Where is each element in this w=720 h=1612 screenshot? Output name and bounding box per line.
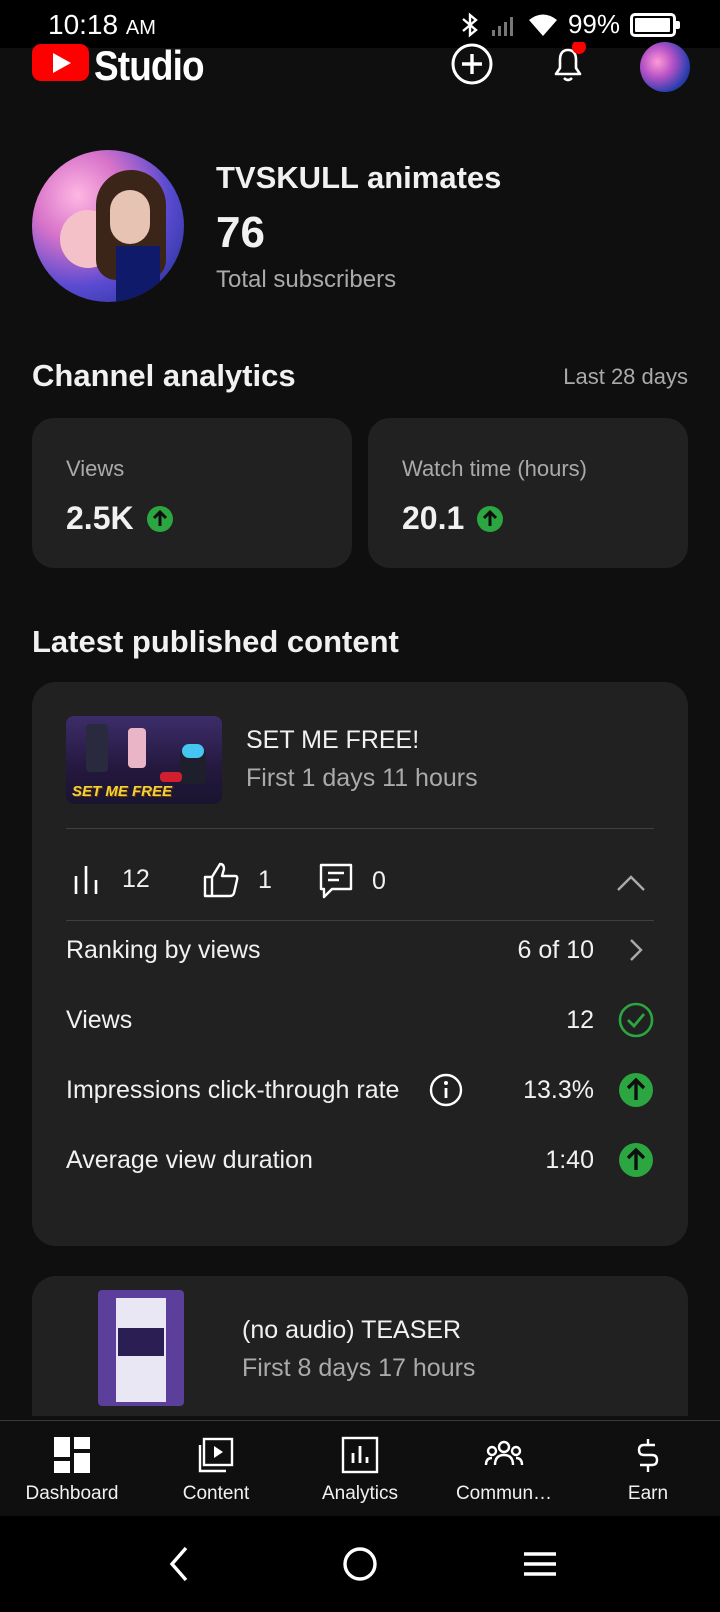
video-thumbnail-2[interactable] — [98, 1290, 184, 1406]
avg-duration-row: Average view duration 1:40 — [66, 1142, 654, 1182]
nav-dashboard[interactable]: Dashboard — [0, 1435, 144, 1505]
bluetooth-icon — [462, 11, 478, 38]
nav-earn[interactable]: Earn — [576, 1435, 720, 1505]
ranking-label: Ranking by views — [66, 936, 261, 964]
account-avatar[interactable] — [640, 42, 690, 92]
status-bar: 10:18 AM 99% — [0, 0, 720, 48]
latest-video-card: SET ME FREE SET ME FREE! First 1 days 11… — [32, 682, 688, 1246]
signal-icon — [491, 16, 513, 36]
battery-percent: 99% — [567, 9, 620, 39]
arrow-up-circle-icon — [477, 505, 504, 532]
nav-content[interactable]: Content — [144, 1435, 288, 1505]
watch-time-card[interactable]: Watch time (hours) 20.1 — [368, 418, 688, 568]
ctr-label: Impressions click-through rate — [66, 1076, 400, 1104]
video-title[interactable]: SET ME FREE! — [246, 726, 419, 755]
comments-metric: 0 — [318, 862, 386, 900]
latest-content-title: Latest published content — [32, 624, 399, 659]
system-nav-bar — [0, 1516, 720, 1612]
community-icon — [484, 1440, 524, 1466]
analytics-icon — [341, 1436, 379, 1474]
arrow-up-circle-icon — [146, 505, 173, 532]
nav-community-label: Commun… — [455, 1483, 553, 1504]
video-age: First 1 days 11 hours — [246, 764, 478, 792]
recents-icon[interactable] — [520, 1544, 560, 1584]
thumbs-up-icon — [203, 862, 239, 898]
nav-earn-label: Earn — [627, 1483, 669, 1504]
avg-duration-label: Average view duration — [66, 1146, 313, 1174]
nav-dashboard-label: Dashboard — [25, 1483, 119, 1504]
arrow-up-circle-icon — [619, 1073, 653, 1107]
subscriber-label: Total subscribers — [216, 266, 397, 293]
wifi-icon — [528, 14, 557, 36]
check-circle-icon — [618, 1002, 654, 1038]
divider — [66, 828, 654, 829]
bottom-nav: Dashboard Content Analytics Commun… Earn — [0, 1420, 720, 1516]
status-icons: 99% — [460, 9, 680, 40]
youtube-logo-icon — [32, 44, 89, 81]
watch-time-label: Watch time (hours) — [402, 456, 588, 481]
ranking-row[interactable]: Ranking by views 6 of 10 — [66, 932, 654, 972]
content-icon — [198, 1437, 234, 1473]
app-name: Studio — [94, 42, 205, 89]
video-card-2[interactable]: (no audio) TEASER First 8 days 17 hours — [32, 1276, 688, 1416]
battery-icon — [630, 12, 680, 37]
notifications-button[interactable] — [546, 42, 590, 86]
thumbnail-caption: SET ME FREE — [72, 783, 173, 800]
nav-community[interactable]: Commun… — [432, 1435, 576, 1505]
watch-time-value: 20.1 — [402, 500, 504, 537]
info-icon[interactable] — [428, 1072, 464, 1108]
earn-icon — [637, 1439, 659, 1472]
avg-duration-value: 1:40 — [545, 1146, 594, 1174]
ranking-value: 6 of 10 — [517, 936, 594, 964]
create-button[interactable] — [450, 42, 494, 86]
chevron-up-icon[interactable] — [614, 866, 648, 900]
back-icon[interactable] — [160, 1544, 200, 1584]
nav-analytics[interactable]: Analytics — [288, 1435, 432, 1505]
views-detail-label: Views — [66, 1006, 133, 1034]
channel-name: TVSKULL animates — [216, 160, 502, 195]
video-metrics-row: 12 1 0 — [66, 856, 654, 908]
video-age-2: First 8 days 17 hours — [242, 1354, 476, 1382]
views-bar-icon — [74, 866, 98, 894]
status-time: 10:18 AM — [48, 9, 156, 40]
views-metric: 12 — [72, 862, 150, 896]
views-label: Views — [66, 456, 125, 481]
views-value: 2.5K — [66, 500, 174, 537]
arrow-up-circle-icon — [619, 1143, 653, 1177]
divider — [66, 920, 654, 921]
views-detail-value: 12 — [566, 1006, 594, 1034]
chevron-right-icon — [630, 939, 643, 961]
video-thumbnail[interactable]: SET ME FREE — [66, 716, 222, 804]
ctr-row: Impressions click-through rate 13.3% — [66, 1072, 654, 1112]
nav-analytics-label: Analytics — [321, 1483, 399, 1504]
dashboard-icon — [54, 1437, 90, 1473]
analytics-title: Channel analytics — [32, 358, 296, 393]
views-row: Views 12 — [66, 1002, 654, 1042]
likes-metric: 1 — [202, 862, 272, 898]
analytics-period: Last 28 days — [563, 364, 688, 389]
channel-avatar — [32, 150, 184, 302]
nav-content-label: Content — [182, 1483, 250, 1504]
home-icon[interactable] — [340, 1544, 380, 1584]
comment-icon — [319, 863, 353, 899]
ctr-value: 13.3% — [523, 1076, 594, 1104]
video-title-2[interactable]: (no audio) TEASER — [242, 1316, 461, 1345]
subscriber-count: 76 — [216, 208, 265, 257]
views-card[interactable]: Views 2.5K — [32, 418, 352, 568]
app-header: Studio — [0, 42, 720, 98]
